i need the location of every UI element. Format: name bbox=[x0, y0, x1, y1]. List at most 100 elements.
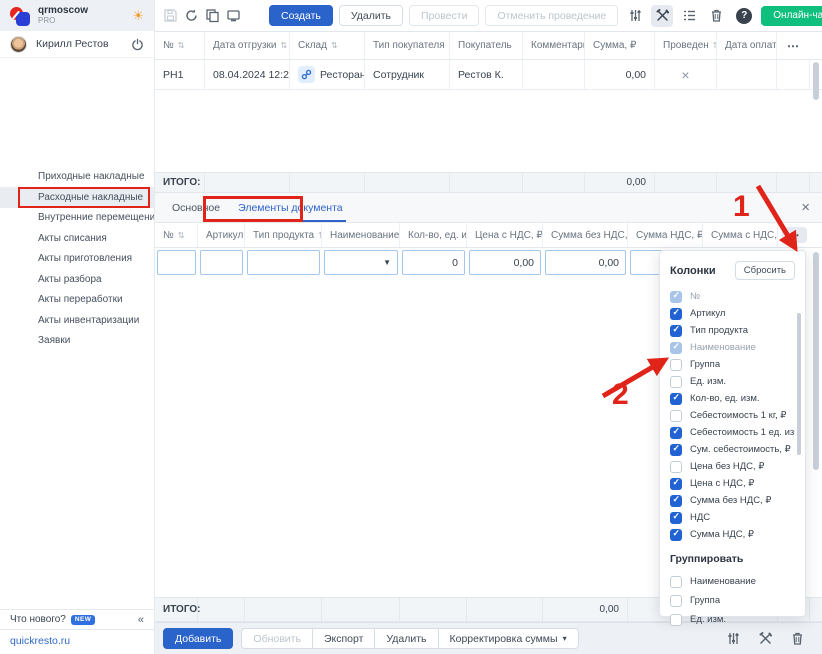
element-field-input[interactable]: 0,00 bbox=[469, 250, 541, 275]
element-field-input[interactable]: ▼ bbox=[324, 250, 398, 275]
sidebar-item[interactable]: Внутренние перемещения bbox=[0, 208, 154, 229]
checkbox-icon[interactable] bbox=[670, 427, 682, 439]
column-toggle-item[interactable]: Сумма без НДС, ₽ bbox=[660, 492, 805, 509]
table1-scrollbar[interactable] bbox=[813, 62, 819, 100]
column-header[interactable]: Склад⇅ bbox=[290, 32, 365, 59]
tab-document-elements[interactable]: Элементы документа bbox=[229, 195, 352, 222]
panel-scrollbar[interactable] bbox=[813, 252, 819, 470]
column-toggle-item[interactable]: Цена с НДС, ₽ bbox=[660, 475, 805, 492]
open-window-icon[interactable] bbox=[226, 5, 241, 27]
column-header[interactable]: Наименование⇅ bbox=[322, 223, 400, 247]
refresh-button[interactable]: Обновить bbox=[241, 628, 312, 649]
column-toggle-item[interactable]: № bbox=[660, 288, 805, 305]
element-field-input[interactable] bbox=[157, 250, 196, 275]
filter-sliders-icon[interactable] bbox=[624, 5, 646, 27]
dropdown-scrollbar[interactable] bbox=[797, 313, 801, 455]
element-field-input[interactable] bbox=[247, 250, 320, 275]
column-toggle-item[interactable]: НДС bbox=[660, 509, 805, 526]
sidebar-item[interactable]: Акты списания bbox=[0, 228, 154, 249]
tools-icon[interactable] bbox=[651, 5, 673, 27]
column-header[interactable]: Цена с НДС, ₽⇅ bbox=[467, 223, 543, 247]
sidebar-item[interactable]: ▦Финансы bbox=[0, 392, 154, 413]
trash-icon[interactable] bbox=[705, 5, 727, 27]
list-view-icon[interactable] bbox=[678, 5, 700, 27]
column-header[interactable]: Проведен⇅ bbox=[655, 32, 717, 59]
sidebar-item[interactable]: ≡Шаблонизатор чека bbox=[0, 597, 154, 609]
sidebar-item[interactable]: Заявки bbox=[0, 331, 154, 352]
column-header[interactable]: Сумма без НДС, ₽⇅ bbox=[543, 223, 628, 247]
sidebar-item[interactable]: ⌂Предприятие bbox=[0, 454, 154, 475]
column-toggle-item[interactable]: Сумма НДС, ₽ bbox=[660, 526, 805, 543]
sum-adjustment-button[interactable]: Корректировка суммы▾ bbox=[438, 628, 579, 649]
tools-icon[interactable] bbox=[754, 628, 776, 650]
tab-main[interactable]: Основное bbox=[163, 195, 229, 222]
checkbox-icon[interactable] bbox=[670, 393, 682, 405]
copy-icon[interactable] bbox=[205, 5, 220, 27]
column-header[interactable]: Комментарий bbox=[523, 32, 585, 59]
column-header[interactable]: №⇅ bbox=[155, 32, 205, 59]
sidebar-item[interactable]: ▥Продажи bbox=[0, 105, 154, 126]
cancel-post-button[interactable]: Отменить проведение bbox=[485, 5, 618, 26]
save-icon[interactable] bbox=[163, 5, 178, 27]
checkbox-icon[interactable] bbox=[670, 291, 682, 303]
checkbox-icon[interactable] bbox=[670, 478, 682, 490]
collapse-sidebar-icon[interactable]: « bbox=[138, 614, 144, 626]
sidebar-item[interactable]: Акты инвентаризации bbox=[0, 310, 154, 331]
column-header[interactable]: Дата отгрузки⇅ bbox=[205, 32, 290, 59]
sidebar-item[interactable]: △CRM bbox=[0, 351, 154, 372]
column-header[interactable]: Сумма, ₽ bbox=[585, 32, 655, 59]
column-header[interactable]: №⇅ bbox=[155, 223, 198, 247]
column-header[interactable]: Артикул⇅ bbox=[198, 223, 245, 247]
sidebar-item[interactable]: ◔Рабочий стол bbox=[0, 64, 154, 85]
checkbox-icon[interactable] bbox=[670, 410, 682, 422]
checkbox-icon[interactable] bbox=[670, 325, 682, 337]
sidebar-item[interactable]: ▭Справочники bbox=[0, 433, 154, 454]
checkbox-icon[interactable] bbox=[670, 308, 682, 320]
reset-columns-button[interactable]: Сбросить bbox=[735, 261, 795, 280]
checkbox-icon[interactable] bbox=[670, 595, 682, 607]
column-toggle-item[interactable]: Себестоимость 1 кг, ₽ bbox=[660, 407, 805, 424]
checkbox-icon[interactable] bbox=[670, 614, 682, 626]
sidebar-item[interactable]: ◇Номенклатура bbox=[0, 126, 154, 147]
column-toggle-item[interactable]: Ед. изм. bbox=[660, 610, 805, 629]
add-button[interactable]: Добавить bbox=[163, 628, 233, 649]
checkbox-icon[interactable] bbox=[670, 512, 682, 524]
sidebar-item[interactable]: Акты переработки bbox=[0, 290, 154, 311]
column-toggle-item[interactable]: Тип продукта bbox=[660, 322, 805, 339]
sidebar-item[interactable]: ◎Персонал bbox=[0, 413, 154, 434]
checkbox-icon[interactable] bbox=[670, 342, 682, 354]
column-header[interactable]: Покупатель bbox=[450, 32, 523, 59]
column-menu-button[interactable]: ⋯ bbox=[777, 32, 810, 59]
post-button[interactable]: Провести bbox=[409, 5, 479, 26]
checkbox-icon[interactable] bbox=[670, 495, 682, 507]
checkbox-icon[interactable] bbox=[670, 444, 682, 456]
sidebar-item[interactable]: ▢Терминалы bbox=[0, 474, 154, 495]
element-field-input[interactable] bbox=[200, 250, 243, 275]
online-chat-button[interactable]: Онлайн-чат bbox=[761, 6, 822, 26]
column-header[interactable]: Дата оплаты⇅ bbox=[717, 32, 777, 59]
sidebar-item[interactable]: ▽Алкоголь bbox=[0, 372, 154, 393]
column-header[interactable]: Тип продукта⇅ bbox=[245, 223, 322, 247]
checkbox-icon[interactable] bbox=[670, 461, 682, 473]
whats-new-link[interactable]: Что нового? bbox=[10, 614, 66, 625]
sidebar-item[interactable]: ▣Устройства bbox=[0, 495, 154, 516]
sidebar-item[interactable]: ∞Интеграции bbox=[0, 515, 154, 536]
column-header[interactable]: Сумма НДС, ₽⇅ bbox=[628, 223, 703, 247]
trash-icon[interactable] bbox=[786, 628, 808, 650]
column-toggle-item[interactable]: Ед. изм. bbox=[660, 373, 805, 390]
column-header[interactable]: Кол-во, ед. изм. bbox=[400, 223, 467, 247]
logout-power-icon[interactable] bbox=[131, 38, 144, 51]
sidebar-item[interactable]: ▤Отчеты bbox=[0, 85, 154, 106]
column-header[interactable]: Тип покупателя⇅ bbox=[365, 32, 450, 59]
checkbox-icon[interactable] bbox=[670, 359, 682, 371]
sidebar-item[interactable]: Акты разбора bbox=[0, 269, 154, 290]
create-button[interactable]: Создать bbox=[269, 5, 333, 26]
delete-elements-button[interactable]: Удалить bbox=[374, 628, 437, 649]
sidebar-item[interactable]: ▱Приложение и сайт bbox=[0, 556, 154, 577]
theme-sun-icon[interactable]: ☀ bbox=[132, 8, 144, 24]
column-menu-button[interactable]: ⋯ bbox=[778, 223, 810, 247]
close-panel-icon[interactable]: × bbox=[801, 199, 810, 216]
document-row[interactable]: РН108.04.2024 12:22РесторанСотрудникРест… bbox=[155, 60, 822, 90]
element-field-input[interactable]: 0 bbox=[402, 250, 465, 275]
column-toggle-item[interactable]: Цена без НДС, ₽ bbox=[660, 458, 805, 475]
